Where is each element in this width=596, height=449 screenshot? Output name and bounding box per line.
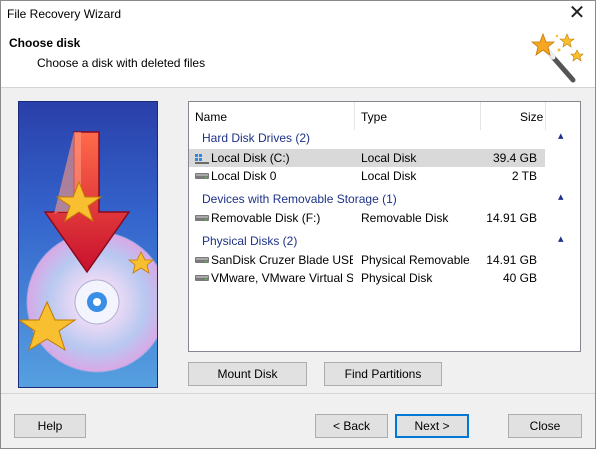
hard-drive-icon [195, 275, 209, 281]
column-name[interactable]: Name [195, 110, 227, 124]
group-label: Physical Disks (2) [202, 234, 298, 248]
disk-size: 2 TB [511, 169, 537, 183]
disk-size: 40 GB [502, 271, 537, 285]
title-bar: File Recovery Wizard ✕ [1, 1, 595, 28]
disk-name: VMware, VMware Virtual S... [211, 271, 353, 285]
disk-list[interactable]: Name Type Size Hard Disk Drives (2) ▴ Lo… [188, 101, 581, 352]
group-header-physical-disks[interactable]: Physical Disks (2) ▴ [189, 232, 580, 250]
column-divider[interactable] [480, 102, 481, 130]
disk-type: Local Disk [361, 169, 417, 183]
disk-name: SanDisk Cruzer Blade USB ... [211, 253, 353, 267]
mount-disk-button[interactable]: Mount Disk [188, 362, 307, 386]
collapse-chevron-icon[interactable]: ▴ [558, 131, 568, 142]
wizard-header: Choose disk Choose a disk with deleted f… [1, 28, 595, 88]
collapse-chevron-icon[interactable]: ▴ [558, 234, 568, 245]
column-divider[interactable] [545, 102, 546, 130]
disk-type: Physical Removable... [361, 253, 471, 267]
disk-size: 14.91 GB [486, 211, 537, 225]
disk-type: Physical Disk [361, 271, 433, 285]
next-button[interactable]: Next > [395, 414, 469, 438]
windows-drive-icon [195, 154, 209, 164]
help-button[interactable]: Help [14, 414, 86, 438]
close-icon[interactable]: ✕ [565, 3, 589, 25]
disk-name: Local Disk (C:) [211, 151, 290, 165]
group-label: Hard Disk Drives (2) [202, 131, 311, 145]
list-item[interactable]: Removable Disk (F:) Removable Disk 14.91… [189, 209, 545, 227]
column-divider[interactable] [354, 102, 355, 130]
column-header: Name Type Size [189, 102, 580, 130]
wizard-side-illustration [18, 101, 158, 388]
group-label: Devices with Removable Storage (1) [202, 192, 397, 206]
page-subtitle: Choose a disk with deleted files [37, 56, 206, 70]
group-header-removable-storage[interactable]: Devices with Removable Storage (1) ▴ [189, 190, 580, 208]
disk-type: Removable Disk [361, 211, 449, 225]
page-title: Choose disk [9, 36, 81, 50]
hard-drive-icon [195, 215, 209, 221]
column-size[interactable]: Size [520, 110, 543, 124]
disk-type: Local Disk [361, 151, 417, 165]
column-type[interactable]: Type [361, 110, 387, 124]
footer-divider [1, 393, 595, 394]
file-recovery-wizard-window: File Recovery Wizard ✕ Choose disk Choos… [0, 0, 596, 449]
list-item[interactable]: VMware, VMware Virtual S... Physical Dis… [189, 269, 545, 287]
disc-arrow-illustration [19, 131, 157, 373]
disk-size: 14.91 GB [486, 253, 537, 267]
hard-drive-icon [195, 257, 209, 263]
disk-name: Local Disk 0 [211, 169, 277, 183]
back-button[interactable]: < Back [315, 414, 388, 438]
list-item[interactable]: Local Disk 0 Local Disk 2 TB [189, 167, 545, 185]
disk-size: 39.4 GB [492, 151, 537, 165]
list-item[interactable]: SanDisk Cruzer Blade USB ... Physical Re… [189, 251, 545, 269]
find-partitions-button[interactable]: Find Partitions [324, 362, 442, 386]
collapse-chevron-icon[interactable]: ▴ [558, 192, 568, 203]
window-title: File Recovery Wizard [7, 7, 122, 21]
magic-wand-stars-icon [531, 32, 584, 83]
hard-drive-icon [195, 173, 209, 179]
disk-name: Removable Disk (F:) [211, 211, 321, 225]
close-button[interactable]: Close [508, 414, 582, 438]
list-item[interactable]: Local Disk (C:) Local Disk 39.4 GB [189, 149, 545, 167]
group-header-hard-disk-drives[interactable]: Hard Disk Drives (2) ▴ [189, 129, 580, 147]
